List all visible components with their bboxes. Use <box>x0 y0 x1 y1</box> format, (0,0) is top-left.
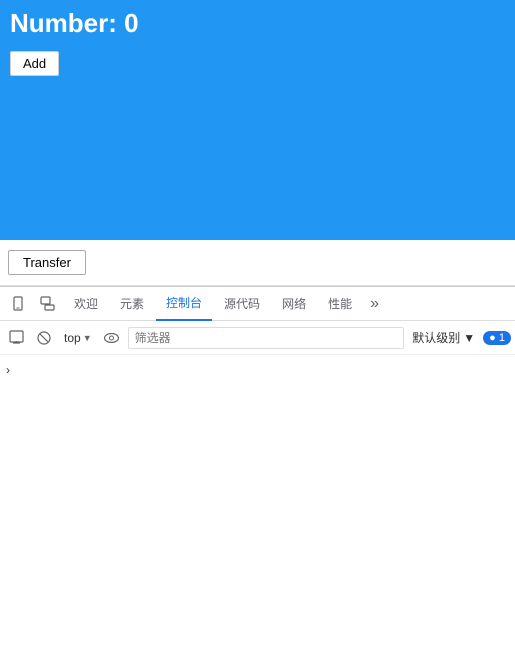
more-tabs-icon[interactable]: » <box>364 287 385 321</box>
tab-welcome[interactable]: 欢迎 <box>64 287 108 321</box>
console-content: › <box>0 355 515 555</box>
add-button[interactable]: Add <box>10 51 59 76</box>
tab-sources[interactable]: 源代码 <box>214 287 270 321</box>
tab-network[interactable]: 网络 <box>272 287 316 321</box>
app-area: Number: 0 Add <box>0 0 515 240</box>
log-level-selector[interactable]: 默认级别 ▼ <box>408 327 479 348</box>
badge-icon: ● <box>489 332 496 344</box>
devtools-panel: 欢迎 元素 控制台 源代码 网络 性能 » <box>0 286 515 555</box>
devtools-tabbar: 欢迎 元素 控制台 源代码 网络 性能 » <box>0 287 515 321</box>
transfer-button[interactable]: Transfer <box>8 250 86 275</box>
enter-icon[interactable] <box>4 326 28 350</box>
tab-console[interactable]: 控制台 <box>156 287 212 321</box>
eye-icon[interactable] <box>100 326 124 350</box>
tab-elements[interactable]: 元素 <box>110 287 154 321</box>
number-display: Number: 0 <box>0 0 515 47</box>
transfer-area: Transfer <box>0 240 515 286</box>
mobile-icon[interactable] <box>4 290 32 318</box>
devtools-toolbar: top ▼ 默认级别 ▼ ● 1 <box>0 321 515 355</box>
filter-input[interactable] <box>128 327 405 349</box>
level-arrow-icon: ▼ <box>463 331 475 345</box>
context-selector-arrow: ▼ <box>83 333 92 343</box>
context-selector[interactable]: top ▼ <box>60 329 96 347</box>
block-icon[interactable] <box>32 326 56 350</box>
chevron-right-icon: › <box>6 363 10 377</box>
cursor-icon[interactable] <box>34 290 62 318</box>
tab-performance[interactable]: 性能 <box>318 287 362 321</box>
console-prompt[interactable]: › <box>6 359 509 381</box>
error-badge: ● 1 <box>483 331 511 345</box>
